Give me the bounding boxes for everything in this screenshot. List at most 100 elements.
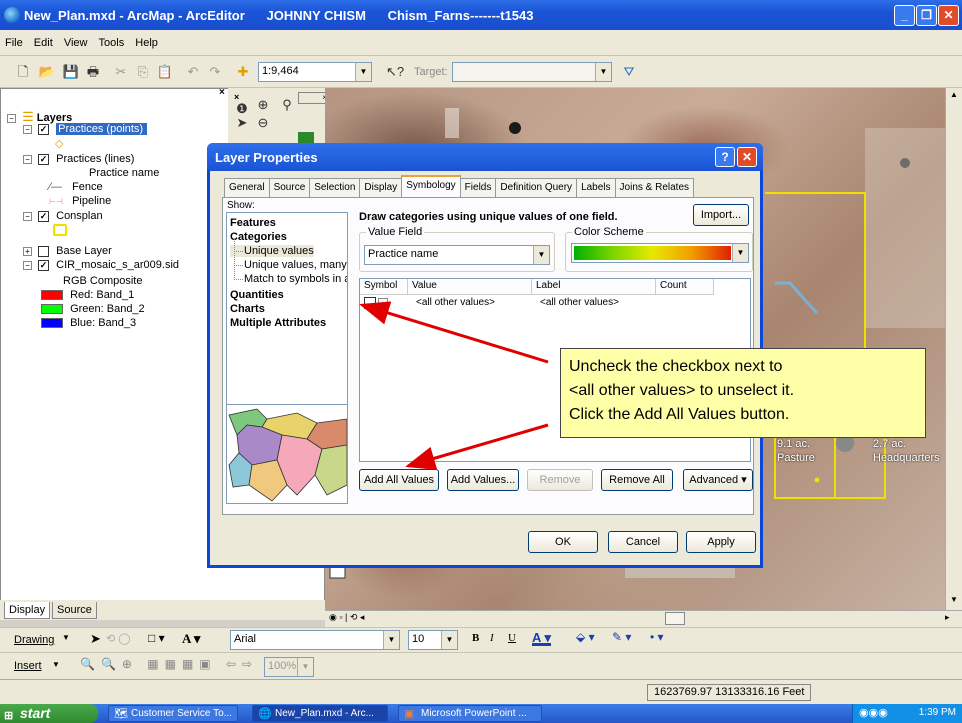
close-button[interactable]: ✕ [938,5,959,26]
column-symbol[interactable]: Symbol [360,279,408,295]
expand-icon[interactable]: + [23,246,32,256]
tab-joins-relates[interactable]: Joins & Relates [614,178,695,197]
remove-button[interactable]: Remove [527,469,593,491]
ok-button[interactable]: OK [528,531,598,553]
chevron-down-icon[interactable]: ▼ [595,63,611,81]
redo-icon[interactable]: ↷ [206,63,224,81]
collapse-icon[interactable]: − [7,113,16,123]
layout-tools-icon[interactable]: 🔍🔍⊕ ▦▦▦▣ ⇦⇨ [80,657,258,671]
collapse-icon[interactable]: − [23,260,32,270]
all-other-values-checkbox[interactable] [364,297,376,309]
tab-symbology[interactable]: Symbology [401,175,461,197]
chevron-down-icon[interactable]: ▼ [533,246,549,264]
renderer-charts[interactable]: Charts [230,303,265,315]
undo-icon[interactable]: ↶ [184,63,202,81]
chevron-down-icon[interactable]: ▼ [52,660,60,669]
apply-button[interactable]: Apply [686,531,756,553]
renderer-multiple-attributes[interactable]: Multiple Attributes [230,317,326,329]
insert-menu[interactable]: Insert [14,660,42,672]
add-values-button[interactable]: Add Values... [447,469,519,491]
column-count[interactable]: Count [656,279,714,295]
drawing-menu[interactable]: Drawing [14,634,54,646]
scroll-up-icon[interactable]: ▲ [950,90,958,99]
scroll-right-icon[interactable]: ▸ [945,612,950,623]
tab-display[interactable]: Display [359,178,403,197]
layer-visibility-checkbox[interactable]: ✓ [38,210,50,222]
chevron-down-icon[interactable]: ▼ [62,633,70,642]
select-elements-icon[interactable]: ➤ [90,631,101,647]
layer-visibility-checkbox[interactable]: ✓ [38,123,50,135]
toc-layer-cir-mosaic[interactable]: − ✓ CIR_mosaic_s_ar009.sid [23,259,179,271]
restore-button[interactable]: ❐ [916,5,937,26]
zoom-in-icon[interactable]: ⊕ [254,96,272,114]
map-scale-select[interactable]: 1:9,464 ▼ [258,62,372,82]
print-icon[interactable]: 🖶 [84,63,102,81]
chevron-down-icon[interactable]: ▼ [383,631,399,649]
whats-this-icon[interactable]: ↖? [386,63,404,81]
close-icon[interactable]: × [298,92,328,104]
tab-labels[interactable]: Labels [576,178,616,197]
column-label[interactable]: Label [532,279,656,295]
task-powerpoint[interactable]: ▣ Microsoft PowerPoint ... [398,705,542,722]
chevron-down-icon[interactable]: ▼ [297,658,313,676]
menu-file[interactable]: File [0,30,26,49]
bold-icon[interactable]: B [472,632,479,644]
dialog-title-bar[interactable]: Layer Properties ? ✕ [207,143,763,171]
menu-edit[interactable]: Edit [29,30,56,49]
value-field-select[interactable]: Practice name ▼ [364,245,550,265]
cancel-button[interactable]: Cancel [608,531,678,553]
chevron-down-icon[interactable]: ▼ [355,63,371,81]
data-view-icon[interactable]: ◉ ▫ | ⟲ ◂ [329,612,364,623]
start-button[interactable]: ⊞ start [0,704,98,723]
find-icon[interactable]: ⚲ [278,96,296,114]
fill-color-icon[interactable]: ⬙ ▾ [576,630,595,644]
toc-layer-practices-lines[interactable]: − ✓ Practices (lines) [23,153,134,165]
task-new-plan[interactable]: 🌐 New_Plan.mxd - Arc... [252,705,388,722]
rectangle-icon[interactable]: □ ▾ [148,631,165,645]
column-value[interactable]: Value [408,279,532,295]
layer-visibility-checkbox[interactable]: ✓ [38,259,50,271]
scroll-down-icon[interactable]: ▼ [950,595,958,604]
minimize-button[interactable]: _ [894,5,915,26]
scroll-thumb[interactable] [665,612,685,625]
help-button[interactable]: ? [715,147,735,167]
add-all-values-button[interactable]: Add All Values [359,469,439,491]
target-select[interactable]: ▼ [452,62,612,82]
font-size-select[interactable]: 10 ▼ [408,630,458,650]
import-button[interactable]: Import... [693,204,749,226]
text-icon[interactable]: A ▾ [182,631,200,647]
tab-display[interactable]: Display [4,602,51,619]
cut-icon[interactable]: ✂ [112,63,130,81]
panel-close-icon[interactable]: × [219,87,225,98]
underline-icon[interactable]: U [508,632,516,644]
tray-icons[interactable]: ◉◉◉ [859,706,888,719]
map-horizontal-scrollbar[interactable]: ◉ ▫ | ⟲ ◂ ▸ [325,610,962,627]
rotate-icon[interactable]: ⟲ ◯ [106,632,131,645]
table-row[interactable]: <all other values> <all other values> [360,297,752,311]
copy-icon[interactable]: ⎘ [134,63,152,81]
tab-selection[interactable]: Selection [309,178,361,197]
collapse-icon[interactable]: − [23,124,32,134]
open-folder-icon[interactable]: 📂 [38,63,56,81]
toc-layer-practices-points[interactable]: − ✓ Practices (points) [23,123,148,135]
renderer-match-symbols[interactable]: Match to symbols in a [230,267,347,285]
toc-layer-consplan[interactable]: − ✓ Consplan [23,210,103,222]
chevron-down-icon[interactable]: ▼ [732,244,748,262]
marker-color-icon[interactable]: • ▾ [650,630,664,644]
layer-visibility-checkbox[interactable]: ✓ [38,153,50,165]
save-icon[interactable]: 💾 [62,63,80,81]
toc-layer-base[interactable]: + Base Layer [23,245,112,257]
menu-view[interactable]: View [59,30,91,49]
sketch-icon[interactable]: ⛛ [620,63,638,81]
task-customer-service[interactable]: 🗺 Customer Service To... [108,705,238,722]
remove-all-button[interactable]: Remove All [601,469,673,491]
font-select[interactable]: Arial ▼ [230,630,400,650]
menu-tools[interactable]: Tools [94,30,128,49]
chevron-down-icon[interactable]: ▼ [441,631,457,649]
color-scheme-select[interactable]: ▼ [571,243,749,263]
tab-source[interactable]: Source [52,602,97,619]
map-vertical-scrollbar[interactable]: ▲ ▼ [945,88,962,610]
collapse-icon[interactable]: − [23,154,32,164]
tab-fields[interactable]: Fields [459,178,497,197]
zoom-out-icon[interactable]: ⊖ [254,114,272,132]
